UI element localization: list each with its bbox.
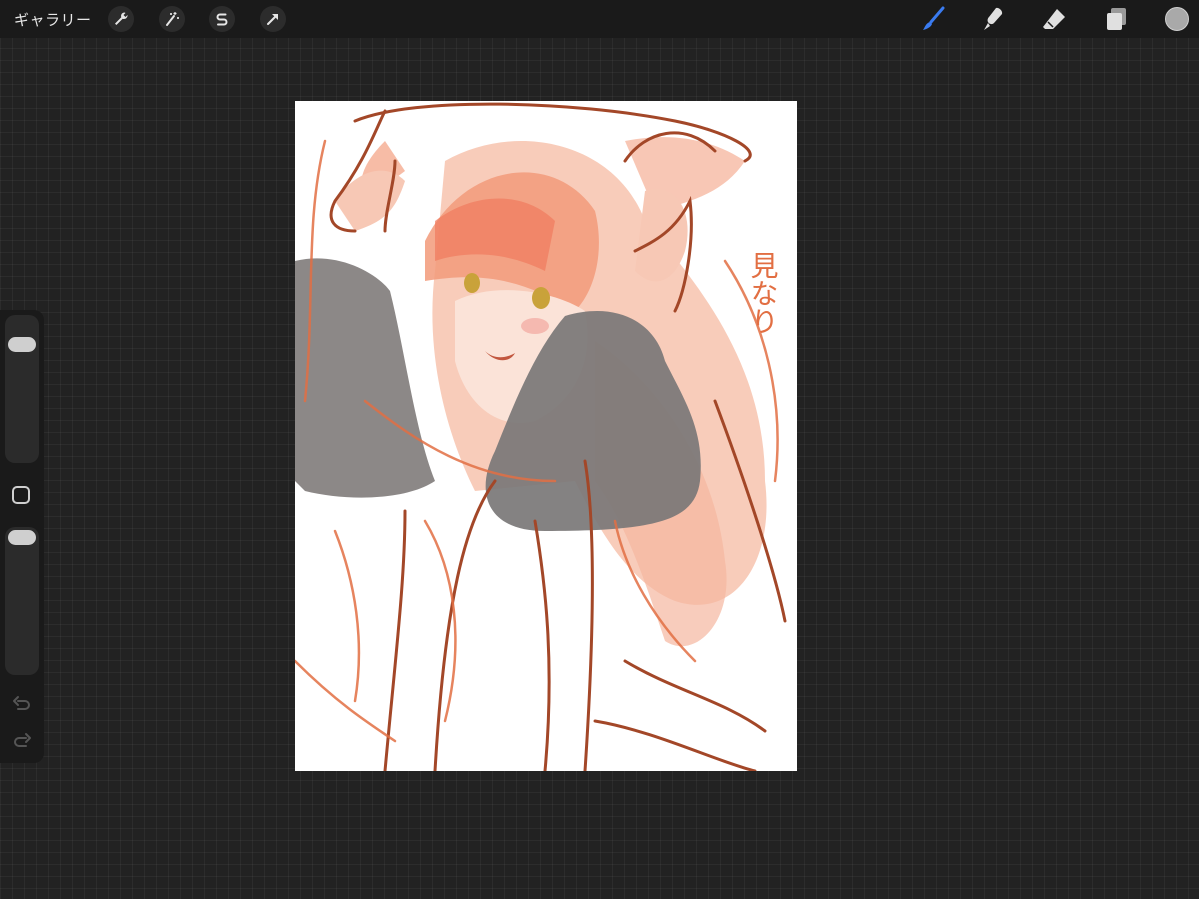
magic-wand-icon [166, 12, 179, 26]
undo-button[interactable] [10, 693, 34, 717]
modify-square-icon[interactable] [12, 486, 30, 504]
redo-icon [14, 733, 31, 747]
transform-arrow-icon [267, 14, 278, 25]
selection-button[interactable] [209, 6, 235, 32]
smudge-tool-button[interactable] [977, 3, 1009, 35]
artwork-illustration: 見なり [295, 102, 787, 771]
selection-s-icon [216, 13, 228, 26]
brush-icon [923, 6, 945, 30]
brush-size-thumb[interactable] [8, 337, 36, 353]
left-sidebar [0, 310, 44, 763]
smudge-icon [984, 7, 1003, 30]
brush-tool-button[interactable] [917, 3, 949, 35]
eraser-tool-button[interactable] [1038, 3, 1070, 35]
brush-size-slider[interactable] [5, 315, 39, 463]
redo-button[interactable] [10, 730, 34, 754]
drawing-canvas[interactable]: 見なり [295, 101, 797, 771]
eraser-icon [1043, 9, 1065, 29]
adjustments-button[interactable] [159, 6, 185, 32]
top-toolbar: ギャラリー [0, 0, 1199, 38]
layers-icon [1107, 8, 1126, 30]
handwritten-text: 見なり [747, 251, 780, 335]
gallery-button[interactable]: ギャラリー [14, 9, 92, 30]
transform-button[interactable] [260, 6, 286, 32]
undo-icon [13, 696, 30, 710]
opacity-thumb[interactable] [8, 530, 36, 545]
layers-button[interactable] [1100, 3, 1132, 35]
color-picker-button[interactable] [1165, 7, 1189, 31]
wrench-icon [115, 12, 128, 25]
opacity-slider[interactable] [5, 527, 39, 675]
actions-button[interactable] [108, 6, 134, 32]
